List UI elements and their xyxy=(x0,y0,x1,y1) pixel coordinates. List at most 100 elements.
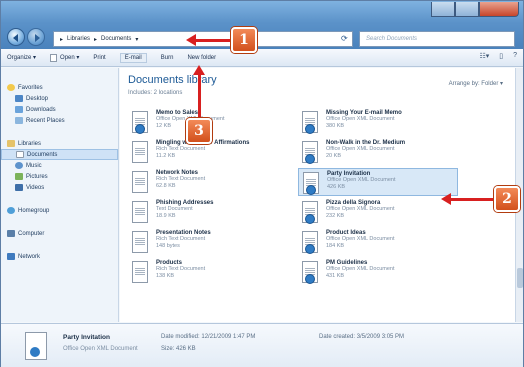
videos-icon xyxy=(15,184,23,191)
minimize-button[interactable] xyxy=(431,2,455,17)
sidebar-item-label: Videos xyxy=(26,184,45,191)
file-info: PM Guidelines Office Open XML Document 431… xyxy=(326,260,394,280)
sidebar-item-recent-places[interactable]: Recent Places xyxy=(1,115,118,126)
command-bar: Organize ▾ Open ▾ Print E-mail Burn New … xyxy=(1,49,523,67)
maximize-button[interactable] xyxy=(455,2,479,17)
library-locations-link[interactable]: Includes: 2 locations xyxy=(128,90,182,96)
document-icon xyxy=(132,111,148,134)
sidebar-item-downloads[interactable]: Downloads xyxy=(1,104,118,115)
file-item[interactable]: Party Invitation Office Open XML Document… xyxy=(298,168,458,196)
sidebar-item-network[interactable]: Network xyxy=(1,251,118,262)
music-icon xyxy=(15,162,23,169)
open-button[interactable]: Open ▾ xyxy=(50,53,79,62)
file-info: Presentation Notes Rich Text Document 148 … xyxy=(156,230,211,250)
sidebar-item-label: Downloads xyxy=(26,106,56,113)
forward-button[interactable] xyxy=(27,28,45,46)
preview-pane-icon[interactable]: ▯ xyxy=(499,52,503,60)
details-date-modified: Date modified: 12/21/2009 1:47 PM xyxy=(161,334,256,340)
sidebar-item-label: Music xyxy=(26,162,42,169)
file-item[interactable]: Phishing Addresses Text Document 18.9 KB xyxy=(128,198,288,226)
details-size: Size: 426 KB xyxy=(161,346,196,352)
email-button[interactable]: E-mail xyxy=(119,52,147,63)
breadcrumb-documents[interactable]: Documents xyxy=(101,36,131,42)
file-type: Rich Text Document xyxy=(156,236,206,242)
file-info: Missing Your E-mail Memo Office Open XML … xyxy=(326,110,402,130)
sidebar-item-desktop[interactable]: Desktop xyxy=(1,93,118,104)
file-size: 232 KB xyxy=(326,213,345,219)
organize-button[interactable]: Organize ▾ xyxy=(7,54,36,61)
network-icon xyxy=(7,253,15,260)
details-pane: Party Invitation Office Open XML Documen… xyxy=(1,323,523,367)
document-icon xyxy=(302,201,318,224)
print-button[interactable]: Print xyxy=(93,55,105,61)
file-size: 20 KB xyxy=(326,153,341,159)
file-item[interactable]: Non-Walk in the Dr. Medium Office Open XM… xyxy=(298,138,458,166)
file-type: Office Open XML Document xyxy=(326,146,395,152)
file-item[interactable]: Network Notes Rich Text Document 62.8 KB xyxy=(128,168,288,196)
sidebar-item-label: Libraries xyxy=(18,140,42,147)
file-size: 62.8 KB xyxy=(156,183,176,189)
help-icon[interactable]: ? xyxy=(513,52,517,60)
selected-file-icon xyxy=(25,332,47,360)
file-type: Office Open XML Document xyxy=(326,236,395,242)
breadcrumb-dropdown-icon[interactable]: ▾ xyxy=(135,36,138,43)
scrollbar-thumb[interactable] xyxy=(517,268,523,288)
desktop-icon xyxy=(15,95,23,102)
view-controls: ☷▾ ▯ ? xyxy=(479,52,517,60)
file-size: 380 KB xyxy=(326,123,345,129)
document-icon xyxy=(302,261,318,284)
file-item[interactable]: Products Rich Text Document 138 KB xyxy=(128,258,288,286)
file-info: Phishing Addresses Text Document 18.9 KB xyxy=(156,200,213,220)
navigation-pane: Favorites Desktop Downloads Recent Place… xyxy=(1,68,119,322)
close-button[interactable] xyxy=(479,2,519,17)
callout-1-arrow xyxy=(195,39,231,42)
file-type: Office Open XML Document xyxy=(327,177,396,183)
change-view-icon[interactable]: ☷▾ xyxy=(479,52,489,60)
pictures-icon xyxy=(15,173,23,180)
sidebar-item-label: Network xyxy=(18,253,41,260)
new-folder-button[interactable]: New folder xyxy=(187,55,216,61)
file-item[interactable]: Missing Your E-mail Memo Office Open XML … xyxy=(298,108,458,136)
arrange-by-dropdown[interactable]: Arrange by: Folder ▾ xyxy=(449,80,503,87)
sidebar-item-documents[interactable]: Documents xyxy=(1,149,118,160)
breadcrumb-libraries[interactable]: Libraries xyxy=(67,36,90,42)
file-type: Text Document xyxy=(156,206,193,212)
file-size: 431 KB xyxy=(326,273,345,279)
sidebar-item-libraries[interactable]: Libraries xyxy=(1,138,118,149)
sidebar-item-pictures[interactable]: Pictures xyxy=(1,171,118,182)
refresh-icon[interactable]: ⟳ xyxy=(341,34,348,43)
sidebar-item-computer[interactable]: Computer xyxy=(1,228,118,239)
star-icon xyxy=(7,84,15,91)
sidebar-item-label: Desktop xyxy=(26,95,49,102)
sidebar-item-favorites[interactable]: Favorites xyxy=(1,82,118,93)
burn-button[interactable]: Burn xyxy=(161,55,174,61)
sidebar-item-label: Pictures xyxy=(26,173,48,180)
sidebar-item-videos[interactable]: Videos xyxy=(1,182,118,193)
document-icon xyxy=(132,261,148,283)
callout-3-arrow xyxy=(198,74,201,118)
file-item[interactable]: PM Guidelines Office Open XML Document 431… xyxy=(298,258,458,286)
file-type: Rich Text Document xyxy=(156,146,206,152)
sidebar-item-label: Documents xyxy=(27,151,58,158)
file-type: Office Open XML Document xyxy=(326,266,395,272)
sidebar-item-music[interactable]: Music xyxy=(1,160,118,171)
sidebar-item-homegroup[interactable]: Homegroup xyxy=(1,205,118,216)
explorer-window: ▸ Libraries ▸ Documents ▾ ⟳ Search Docum… xyxy=(0,0,524,367)
details-date-created: Date created: 3/5/2009 3:05 PM xyxy=(319,334,405,340)
back-button[interactable] xyxy=(7,28,25,46)
callout-2-badge: 2 xyxy=(494,186,520,212)
breadcrumb-separator-icon: ▸ xyxy=(94,36,98,43)
file-type: Office Open XML Document xyxy=(326,206,395,212)
search-input[interactable]: Search Documents xyxy=(359,31,515,47)
computer-icon xyxy=(7,230,15,237)
file-item[interactable]: Product Ideas Office Open XML Document 184… xyxy=(298,228,458,256)
file-size: 18.9 KB xyxy=(156,213,176,219)
file-item[interactable]: Pizza della Signora Office Open XML Docum… xyxy=(298,198,458,226)
document-icon xyxy=(302,111,318,134)
sidebar-item-label: Favorites xyxy=(18,84,43,91)
file-type: Rich Text Document xyxy=(156,176,206,182)
file-item[interactable]: Presentation Notes Rich Text Document 148 … xyxy=(128,228,288,256)
search-placeholder: Search Documents xyxy=(366,36,418,42)
file-size: 11.2 KB xyxy=(156,153,176,159)
file-info: Product Ideas Office Open XML Document 184… xyxy=(326,230,394,250)
